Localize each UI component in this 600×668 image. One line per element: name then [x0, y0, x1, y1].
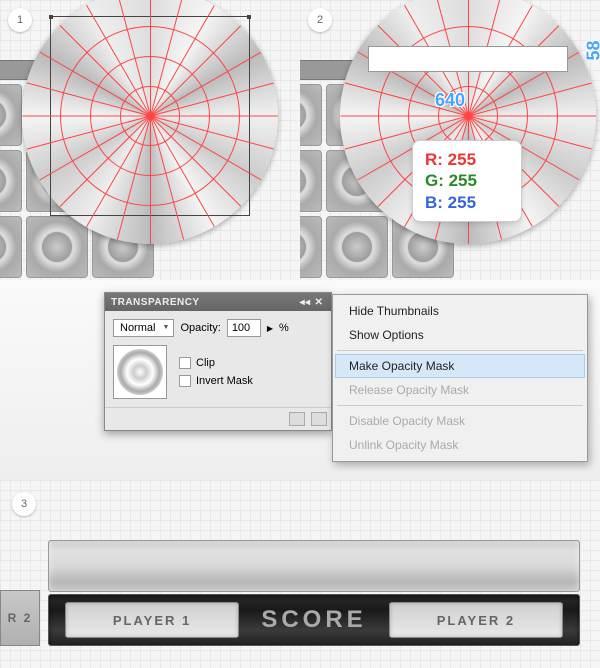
- menu-hide-thumbnails[interactable]: Hide Thumbnails: [335, 299, 585, 323]
- edge-label: R 2: [8, 611, 33, 625]
- edge-player-block: R 2: [0, 590, 40, 646]
- clip-checkbox[interactable]: Clip: [179, 357, 253, 369]
- opacity-label: Opacity:: [180, 322, 220, 334]
- menu-disable-opacity-mask: Disable Opacity Mask: [335, 409, 585, 433]
- player1-slot: PLAYER 1: [65, 602, 239, 638]
- step-badge-2: 2: [308, 8, 332, 32]
- player2-slot: PLAYER 2: [389, 602, 563, 638]
- collapse-icon[interactable]: ◂◂: [299, 296, 311, 308]
- panel-foot-icon-1[interactable]: [289, 412, 305, 426]
- menu-separator: [337, 350, 583, 351]
- score-label: SCORE: [245, 606, 383, 634]
- width-dimension: 640: [435, 90, 465, 111]
- step-badge-3: 3: [12, 492, 36, 516]
- middle-section: TRANSPARENCY ◂◂ ✕ Normal Opacity: ▶ % Cl…: [0, 280, 600, 480]
- rgb-b-value: B: 255: [425, 192, 509, 213]
- menu-show-options[interactable]: Show Options: [335, 323, 585, 347]
- opacity-input[interactable]: [227, 319, 261, 337]
- transparency-panel[interactable]: TRANSPARENCY ◂◂ ✕ Normal Opacity: ▶ % Cl…: [104, 292, 332, 431]
- rgb-r-value: R: 255: [425, 149, 509, 170]
- panel-foot-icon-2[interactable]: [311, 412, 327, 426]
- drawn-rectangle[interactable]: [368, 46, 568, 72]
- step-3-canvas: 3 R 2 PLAYER 1 SCORE PLAYER 2: [0, 480, 600, 668]
- score-panel[interactable]: PLAYER 1 SCORE PLAYER 2: [48, 540, 580, 655]
- menu-separator: [337, 405, 583, 406]
- height-dimension: 58: [583, 40, 600, 60]
- radial-gradient-circle[interactable]: [22, 0, 278, 244]
- opacity-arrow-icon[interactable]: ▶: [267, 324, 273, 333]
- menu-release-opacity-mask: Release Opacity Mask: [335, 378, 585, 402]
- metal-top-bar: [48, 540, 580, 592]
- step-badge-1: 1: [8, 8, 32, 32]
- panel-title: TRANSPARENCY: [111, 297, 200, 308]
- rgb-g-value: G: 255: [425, 170, 509, 191]
- rgb-readout: R: 255 G: 255 B: 255: [412, 140, 522, 222]
- radial-guides: [22, 0, 278, 244]
- invert-mask-checkbox[interactable]: Invert Mask: [179, 375, 253, 387]
- panel-header[interactable]: TRANSPARENCY ◂◂ ✕: [105, 293, 331, 311]
- menu-make-opacity-mask[interactable]: Make Opacity Mask: [335, 354, 585, 378]
- menu-unlink-opacity-mask: Unlink Opacity Mask: [335, 433, 585, 457]
- step-1-canvas: 1 PLAYER: [0, 0, 300, 280]
- context-menu: Hide Thumbnails Show Options Make Opacit…: [332, 294, 588, 462]
- step-2-canvas: 2 PLAYER 640 58 R: 255 G: 25: [300, 0, 600, 280]
- percent-label: %: [279, 322, 289, 334]
- blend-mode-select[interactable]: Normal: [113, 319, 174, 337]
- dark-score-bar: PLAYER 1 SCORE PLAYER 2: [48, 594, 580, 646]
- close-icon[interactable]: ✕: [313, 296, 325, 308]
- mask-thumbnail[interactable]: [113, 345, 167, 399]
